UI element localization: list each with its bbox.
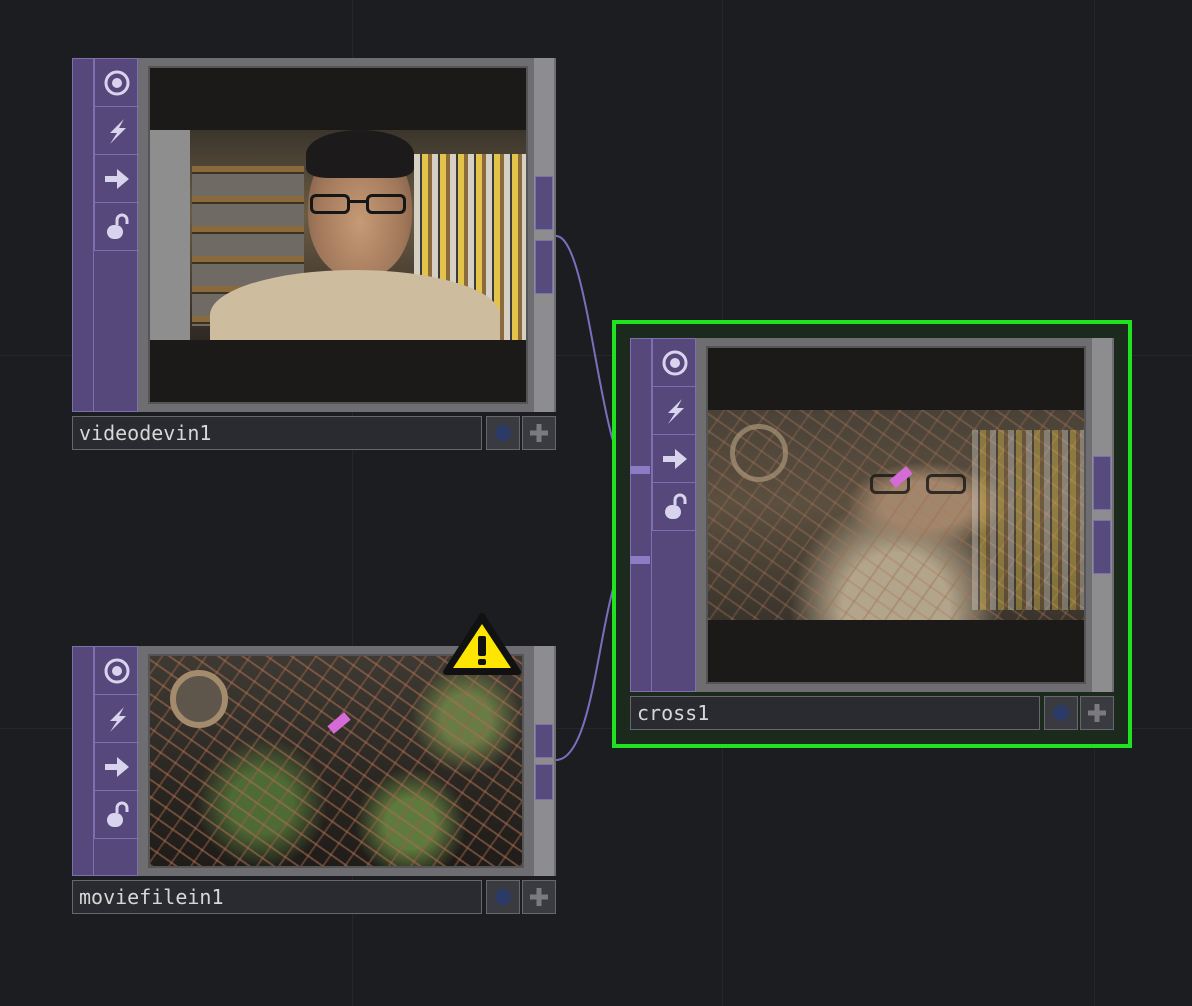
glasses xyxy=(308,194,412,216)
lock-icon xyxy=(107,801,129,827)
node-add-button[interactable] xyxy=(522,880,556,914)
cross-node[interactable]: cross1 xyxy=(630,338,1114,730)
plus-icon xyxy=(530,888,548,906)
viewer-toggle-button[interactable] xyxy=(653,339,697,387)
input-connector[interactable] xyxy=(630,466,650,474)
webcam-image xyxy=(150,130,526,340)
node-icon-column xyxy=(94,59,139,251)
node-sidebar xyxy=(72,58,139,412)
glasses xyxy=(868,474,972,496)
output-connector[interactable] xyxy=(535,176,553,230)
node-viewer[interactable] xyxy=(148,654,524,868)
output-connector[interactable] xyxy=(535,764,553,800)
viewer-icon xyxy=(104,70,130,95)
bookshelf-right xyxy=(972,430,1084,610)
export-icon xyxy=(663,448,687,469)
plus-icon xyxy=(1088,704,1106,722)
node-right-bar xyxy=(534,58,554,412)
export-icon xyxy=(105,168,129,189)
output-connector[interactable] xyxy=(1093,456,1111,510)
export-toggle-button[interactable] xyxy=(95,743,139,791)
node-name-label[interactable]: cross1 xyxy=(630,696,1040,730)
node-viewer-flag-button[interactable] xyxy=(486,416,520,450)
node-viewer-flag-button[interactable] xyxy=(486,880,520,914)
cook-toggle-button[interactable] xyxy=(653,387,697,435)
videodevin-node[interactable]: videodevin1 xyxy=(72,58,556,450)
wall xyxy=(150,130,190,340)
lock-icon xyxy=(107,213,129,239)
pot-object xyxy=(170,670,228,728)
export-toggle-button[interactable] xyxy=(95,155,139,203)
lock-toggle-button[interactable] xyxy=(653,483,697,531)
viewer-toggle-button[interactable] xyxy=(95,647,139,695)
output-connector[interactable] xyxy=(535,240,553,294)
node-sidebar xyxy=(630,338,697,692)
plus-icon xyxy=(530,424,548,442)
movie-image xyxy=(150,656,522,866)
cook-icon xyxy=(110,706,126,732)
node-icon-column xyxy=(652,339,697,531)
warning-icon[interactable] xyxy=(442,612,522,676)
moviefilein-node[interactable]: moviefilein1 xyxy=(72,646,556,914)
node-viewer[interactable] xyxy=(706,346,1086,684)
node-right-bar xyxy=(1092,338,1112,692)
cook-icon xyxy=(668,398,684,424)
node-viewer[interactable] xyxy=(148,66,528,404)
node-name-label[interactable]: videodevin1 xyxy=(72,416,482,450)
node-sidebar xyxy=(72,646,139,876)
viewer-toggle-button[interactable] xyxy=(95,59,139,107)
node-icon-column xyxy=(94,647,139,839)
export-icon xyxy=(105,756,129,777)
node-add-button[interactable] xyxy=(1080,696,1114,730)
dot-icon xyxy=(495,425,511,441)
output-connector[interactable] xyxy=(1093,520,1111,574)
person-hair xyxy=(306,130,414,178)
dot-icon xyxy=(1053,705,1069,721)
viewer-icon xyxy=(662,350,688,375)
input-connector[interactable] xyxy=(630,556,650,564)
lock-icon xyxy=(665,493,687,519)
dot-icon xyxy=(495,889,511,905)
node-name-label[interactable]: moviefilein1 xyxy=(72,880,482,914)
export-toggle-button[interactable] xyxy=(653,435,697,483)
cook-icon xyxy=(110,118,126,144)
lock-toggle-button[interactable] xyxy=(95,791,139,839)
pink-marker xyxy=(327,712,351,734)
node-viewer-flag-button[interactable] xyxy=(1044,696,1078,730)
cook-toggle-button[interactable] xyxy=(95,107,139,155)
crossfade-image xyxy=(708,410,1084,620)
output-connector[interactable] xyxy=(535,724,553,758)
lock-toggle-button[interactable] xyxy=(95,203,139,251)
pot-object xyxy=(730,424,788,482)
node-right-bar xyxy=(534,646,554,876)
viewer-icon xyxy=(104,658,130,683)
node-add-button[interactable] xyxy=(522,416,556,450)
cook-toggle-button[interactable] xyxy=(95,695,139,743)
